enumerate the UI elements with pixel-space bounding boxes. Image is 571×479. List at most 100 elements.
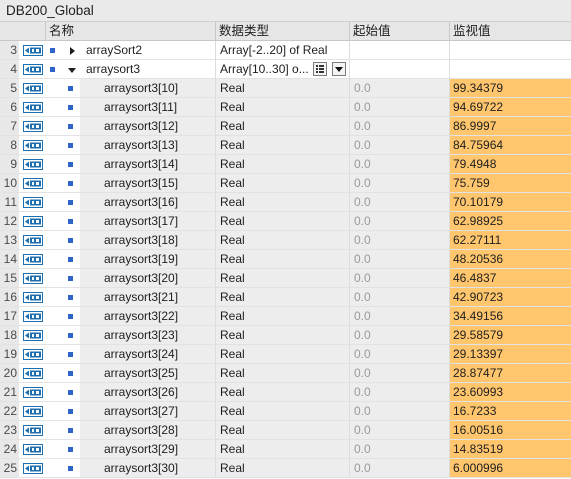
- start-value-cell[interactable]: 0.0: [349, 421, 449, 439]
- table-row[interactable]: 5 arraysort3[10] Real 0.0 99.34379: [0, 79, 571, 98]
- table-row[interactable]: 8 arraysort3[13] Real 0.0 84.75964: [0, 136, 571, 155]
- start-value-cell[interactable]: 0.0: [349, 79, 449, 97]
- datatype-cell[interactable]: Array[-2..20] of Real: [215, 41, 349, 59]
- datatype-cell[interactable]: Real: [215, 402, 349, 420]
- member-name[interactable]: arraysort3[22]: [80, 307, 215, 325]
- table-row[interactable]: 3 arraySort2 Array[-2..20] of Real: [0, 41, 571, 60]
- start-value-cell[interactable]: 0.0: [349, 174, 449, 192]
- start-value-cell[interactable]: 0.0: [349, 231, 449, 249]
- start-value-cell[interactable]: 0.0: [349, 383, 449, 401]
- datatype-cell[interactable]: Real: [215, 174, 349, 192]
- expand-triangle-icon[interactable]: [67, 45, 77, 55]
- table-row[interactable]: 10 arraysort3[15] Real 0.0 75.759: [0, 174, 571, 193]
- datatype-cell[interactable]: Real: [215, 269, 349, 287]
- datatype-cell[interactable]: Real: [215, 383, 349, 401]
- start-value-cell[interactable]: 0.0: [349, 307, 449, 325]
- start-value-cell[interactable]: 0.0: [349, 402, 449, 420]
- column-header-name[interactable]: 名称: [45, 22, 216, 40]
- collapse-triangle-icon[interactable]: [67, 64, 77, 74]
- datatype-cell[interactable]: Real: [215, 421, 349, 439]
- table-row[interactable]: 24 arraysort3[29] Real 0.0 14.83519: [0, 440, 571, 459]
- table-row[interactable]: 19 arraysort3[24] Real 0.0 29.13397: [0, 345, 571, 364]
- table-row[interactable]: 14 arraysort3[19] Real 0.0 48.20536: [0, 250, 571, 269]
- start-value-cell[interactable]: 0.0: [349, 193, 449, 211]
- member-name[interactable]: arraysort3[18]: [80, 231, 215, 249]
- member-name[interactable]: arraysort3[14]: [80, 155, 215, 173]
- table-row[interactable]: 16 arraysort3[21] Real 0.0 42.90723: [0, 288, 571, 307]
- member-name[interactable]: arraysort3[17]: [80, 212, 215, 230]
- table-row[interactable]: 22 arraysort3[27] Real 0.0 16.7233: [0, 402, 571, 421]
- table-row[interactable]: 18 arraysort3[23] Real 0.0 29.58579: [0, 326, 571, 345]
- member-name[interactable]: arraysort3[21]: [80, 288, 215, 306]
- start-value-cell[interactable]: 0.0: [349, 345, 449, 363]
- start-value-cell[interactable]: 0.0: [349, 155, 449, 173]
- member-name[interactable]: arraysort3[26]: [80, 383, 215, 401]
- datatype-cell[interactable]: Real: [215, 79, 349, 97]
- table-row[interactable]: 6 arraysort3[11] Real 0.0 94.69722: [0, 98, 571, 117]
- table-row[interactable]: 20 arraysort3[25] Real 0.0 28.87477: [0, 364, 571, 383]
- member-name[interactable]: arraysort3[12]: [80, 117, 215, 135]
- member-name[interactable]: arraysort3[23]: [80, 326, 215, 344]
- table-row[interactable]: 13 arraysort3[18] Real 0.0 62.27111: [0, 231, 571, 250]
- member-name[interactable]: arraysort3[20]: [80, 269, 215, 287]
- datatype-dropdown-button[interactable]: [332, 62, 346, 76]
- start-value-cell[interactable]: 0.0: [349, 440, 449, 458]
- member-name[interactable]: arraysort3[10]: [80, 79, 215, 97]
- datatype-cell[interactable]: Real: [215, 193, 349, 211]
- table-row[interactable]: 12 arraysort3[17] Real 0.0 62.98925: [0, 212, 571, 231]
- datatype-cell[interactable]: Real: [215, 136, 349, 154]
- datatype-cell[interactable]: Real: [215, 250, 349, 268]
- member-name[interactable]: arraysort3[25]: [80, 364, 215, 382]
- member-name[interactable]: arraysort3[16]: [80, 193, 215, 211]
- member-name[interactable]: arraysort3[11]: [80, 98, 215, 116]
- member-name[interactable]: arraysort3[15]: [80, 174, 215, 192]
- member-name[interactable]: arraysort3[27]: [80, 402, 215, 420]
- member-name[interactable]: arraysort3[19]: [80, 250, 215, 268]
- datatype-cell[interactable]: Real: [215, 364, 349, 382]
- member-name[interactable]: arraysort3[28]: [80, 421, 215, 439]
- datatype-cell[interactable]: Real: [215, 345, 349, 363]
- column-header-datatype[interactable]: 数据类型: [215, 22, 350, 40]
- list-picker-button[interactable]: [313, 62, 327, 76]
- start-value-cell[interactable]: 0.0: [349, 288, 449, 306]
- datatype-cell[interactable]: Real: [215, 326, 349, 344]
- start-value-cell[interactable]: 0.0: [349, 117, 449, 135]
- member-name[interactable]: arraySort2: [86, 41, 142, 59]
- start-value-cell[interactable]: 0.0: [349, 326, 449, 344]
- start-value-cell[interactable]: [349, 41, 449, 59]
- table-row[interactable]: 11 arraysort3[16] Real 0.0 70.10179: [0, 193, 571, 212]
- datatype-cell[interactable]: Array[10..30] o...: [215, 60, 349, 78]
- start-value-cell[interactable]: 0.0: [349, 98, 449, 116]
- table-row[interactable]: 23 arraysort3[28] Real 0.0 16.00516: [0, 421, 571, 440]
- datatype-cell[interactable]: Real: [215, 117, 349, 135]
- start-value-cell[interactable]: 0.0: [349, 136, 449, 154]
- member-name[interactable]: arraysort3[29]: [80, 440, 215, 458]
- datatype-cell[interactable]: Real: [215, 440, 349, 458]
- datatype-cell[interactable]: Real: [215, 307, 349, 325]
- column-header-start-value[interactable]: 起始值: [349, 22, 450, 40]
- datatype-cell[interactable]: Real: [215, 212, 349, 230]
- table-row[interactable]: 17 arraysort3[22] Real 0.0 34.49156: [0, 307, 571, 326]
- datatype-cell[interactable]: Real: [215, 288, 349, 306]
- member-name[interactable]: arraysort3: [86, 60, 140, 78]
- table-row[interactable]: 21 arraysort3[26] Real 0.0 23.60993: [0, 383, 571, 402]
- start-value-cell[interactable]: 0.0: [349, 364, 449, 382]
- table-row[interactable]: 4 arraysort3 Array[10..30] o...: [0, 60, 571, 79]
- start-value-cell[interactable]: 0.0: [349, 269, 449, 287]
- start-value-cell[interactable]: [349, 60, 449, 78]
- datatype-cell[interactable]: Real: [215, 459, 349, 477]
- member-name[interactable]: arraysort3[24]: [80, 345, 215, 363]
- table-row[interactable]: 25 arraysort3[30] Real 0.0 6.000996: [0, 459, 571, 478]
- datatype-cell[interactable]: Real: [215, 155, 349, 173]
- datatype-cell[interactable]: Real: [215, 231, 349, 249]
- table-row[interactable]: 15 arraysort3[20] Real 0.0 46.4837: [0, 269, 571, 288]
- column-header-monitor-value[interactable]: 监视值: [449, 22, 571, 40]
- datatype-cell[interactable]: Real: [215, 98, 349, 116]
- member-name[interactable]: arraysort3[30]: [80, 459, 215, 477]
- start-value-cell[interactable]: 0.0: [349, 250, 449, 268]
- start-value-cell[interactable]: 0.0: [349, 459, 449, 477]
- member-name[interactable]: arraysort3[13]: [80, 136, 215, 154]
- table-row[interactable]: 9 arraysort3[14] Real 0.0 79.4948: [0, 155, 571, 174]
- table-row[interactable]: 7 arraysort3[12] Real 0.0 86.9997: [0, 117, 571, 136]
- start-value-cell[interactable]: 0.0: [349, 212, 449, 230]
